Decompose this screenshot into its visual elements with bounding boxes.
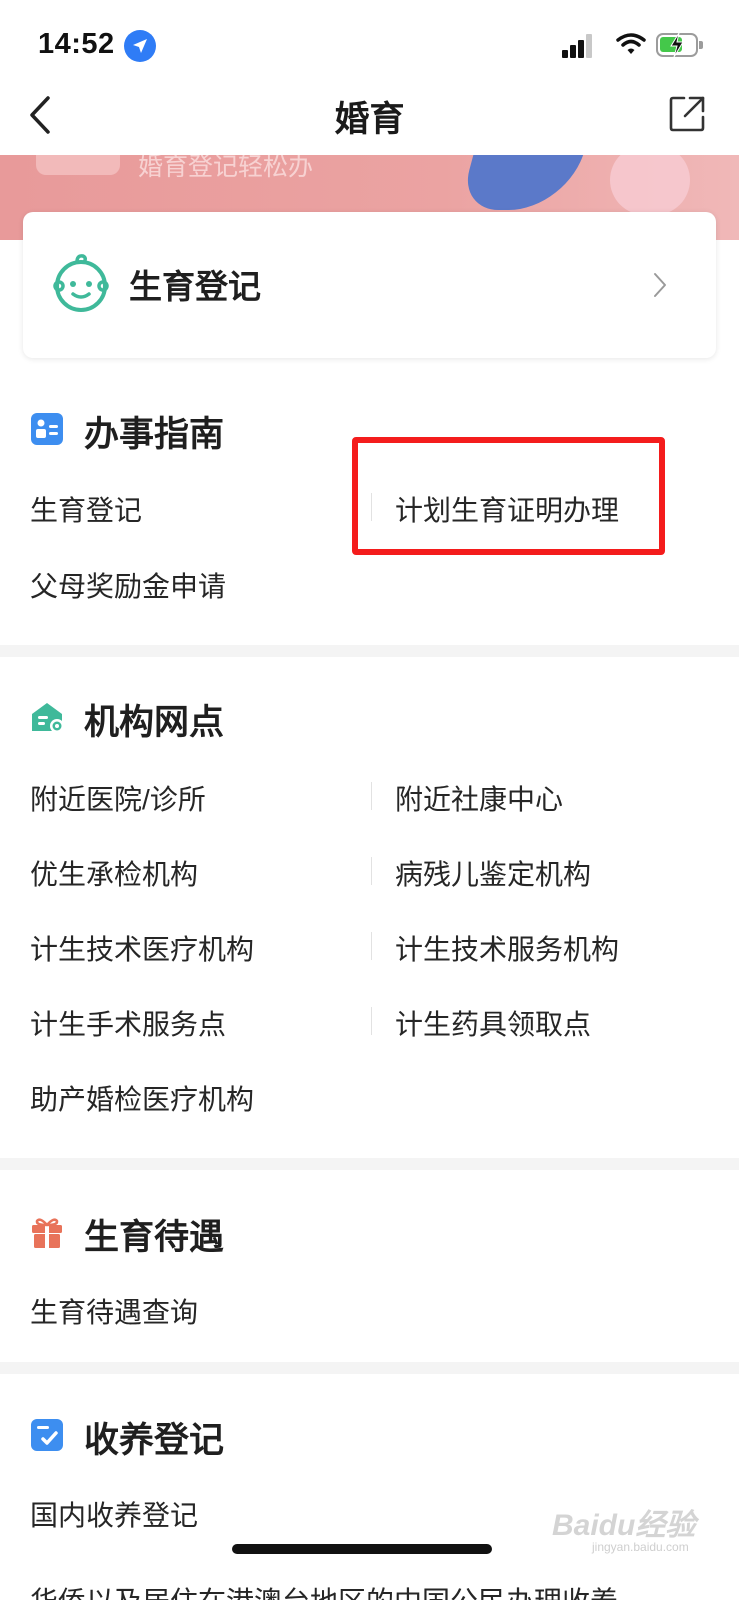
benefit-item-query[interactable]: 生育待遇查询 [30, 1291, 198, 1331]
chevron-right-icon [653, 272, 667, 303]
banner-illustration [458, 155, 592, 210]
institution-item-fp-surgery[interactable]: 计生手术服务点 [30, 1003, 226, 1043]
banner-illustration-accent [610, 155, 690, 215]
section-title: 办事指南 [84, 415, 225, 454]
section-title: 生育待遇 [84, 1218, 225, 1257]
card-title: 生育登记 [129, 268, 261, 305]
battery-charging-icon [656, 32, 703, 58]
column-divider [371, 932, 372, 960]
watermark-logo: Baidu经验 [552, 1509, 696, 1542]
banner-subtitle: 婚育登记轻松办 [138, 155, 314, 181]
column-divider [371, 857, 372, 885]
section-divider [0, 1158, 739, 1170]
section-divider [0, 645, 739, 657]
institution-item-eugenics-testing[interactable]: 优生承检机构 [30, 853, 198, 893]
guide-item-birth-registration[interactable]: 生育登记 [30, 489, 142, 529]
institution-item-contraceptive-pickup[interactable]: 计生药具领取点 [395, 1003, 591, 1043]
institution-item-midwifery-exam[interactable]: 助产婚检医疗机构 [30, 1078, 254, 1118]
cellular-signal-icon [562, 34, 594, 58]
document-guide-icon [30, 412, 64, 451]
section-divider [0, 1362, 739, 1374]
column-divider [371, 1007, 372, 1035]
institution-item-disability-assessment[interactable]: 病残儿鉴定机构 [395, 853, 591, 893]
institution-item-fp-service[interactable]: 计生技术服务机构 [395, 928, 619, 968]
adoption-item-domestic[interactable]: 国内收养登记 [30, 1494, 198, 1534]
baidu-jingyan-watermark: Baidu经验 jingyan.baidu.com [552, 1500, 722, 1560]
baby-face-icon [51, 252, 111, 319]
adoption-item-overseas-chinese[interactable]: 华侨以及居住在港澳台地区的中国公民办理收养 [30, 1580, 618, 1600]
guide-item-parent-reward[interactable]: 父母奖励金申请 [30, 565, 226, 605]
adoption-document-check-icon [30, 1418, 64, 1457]
navigation-bar: 婚育 [0, 75, 739, 155]
wifi-icon [616, 32, 646, 61]
column-divider [371, 782, 372, 810]
institution-item-fp-medical[interactable]: 计生技术医疗机构 [30, 928, 254, 968]
section-title: 机构网点 [84, 703, 225, 742]
gift-icon [30, 1215, 64, 1254]
birth-registration-card[interactable]: 生育登记 [23, 212, 716, 358]
location-arrow-icon [124, 30, 156, 62]
institution-building-icon [30, 700, 66, 739]
page-title: 婚育 [334, 100, 405, 139]
section-title: 收养登记 [84, 1421, 225, 1460]
banner-logo [36, 155, 120, 175]
highlight-annotation-box [352, 437, 665, 555]
home-indicator[interactable] [232, 1544, 492, 1554]
institution-item-community-health[interactable]: 附近社康中心 [395, 778, 563, 818]
watermark-url: jingyan.baidu.com [592, 1540, 689, 1554]
institution-item-nearby-hospital[interactable]: 附近医院/诊所 [30, 778, 206, 818]
status-time: 14:52 [38, 28, 115, 60]
share-icon[interactable] [668, 95, 706, 138]
